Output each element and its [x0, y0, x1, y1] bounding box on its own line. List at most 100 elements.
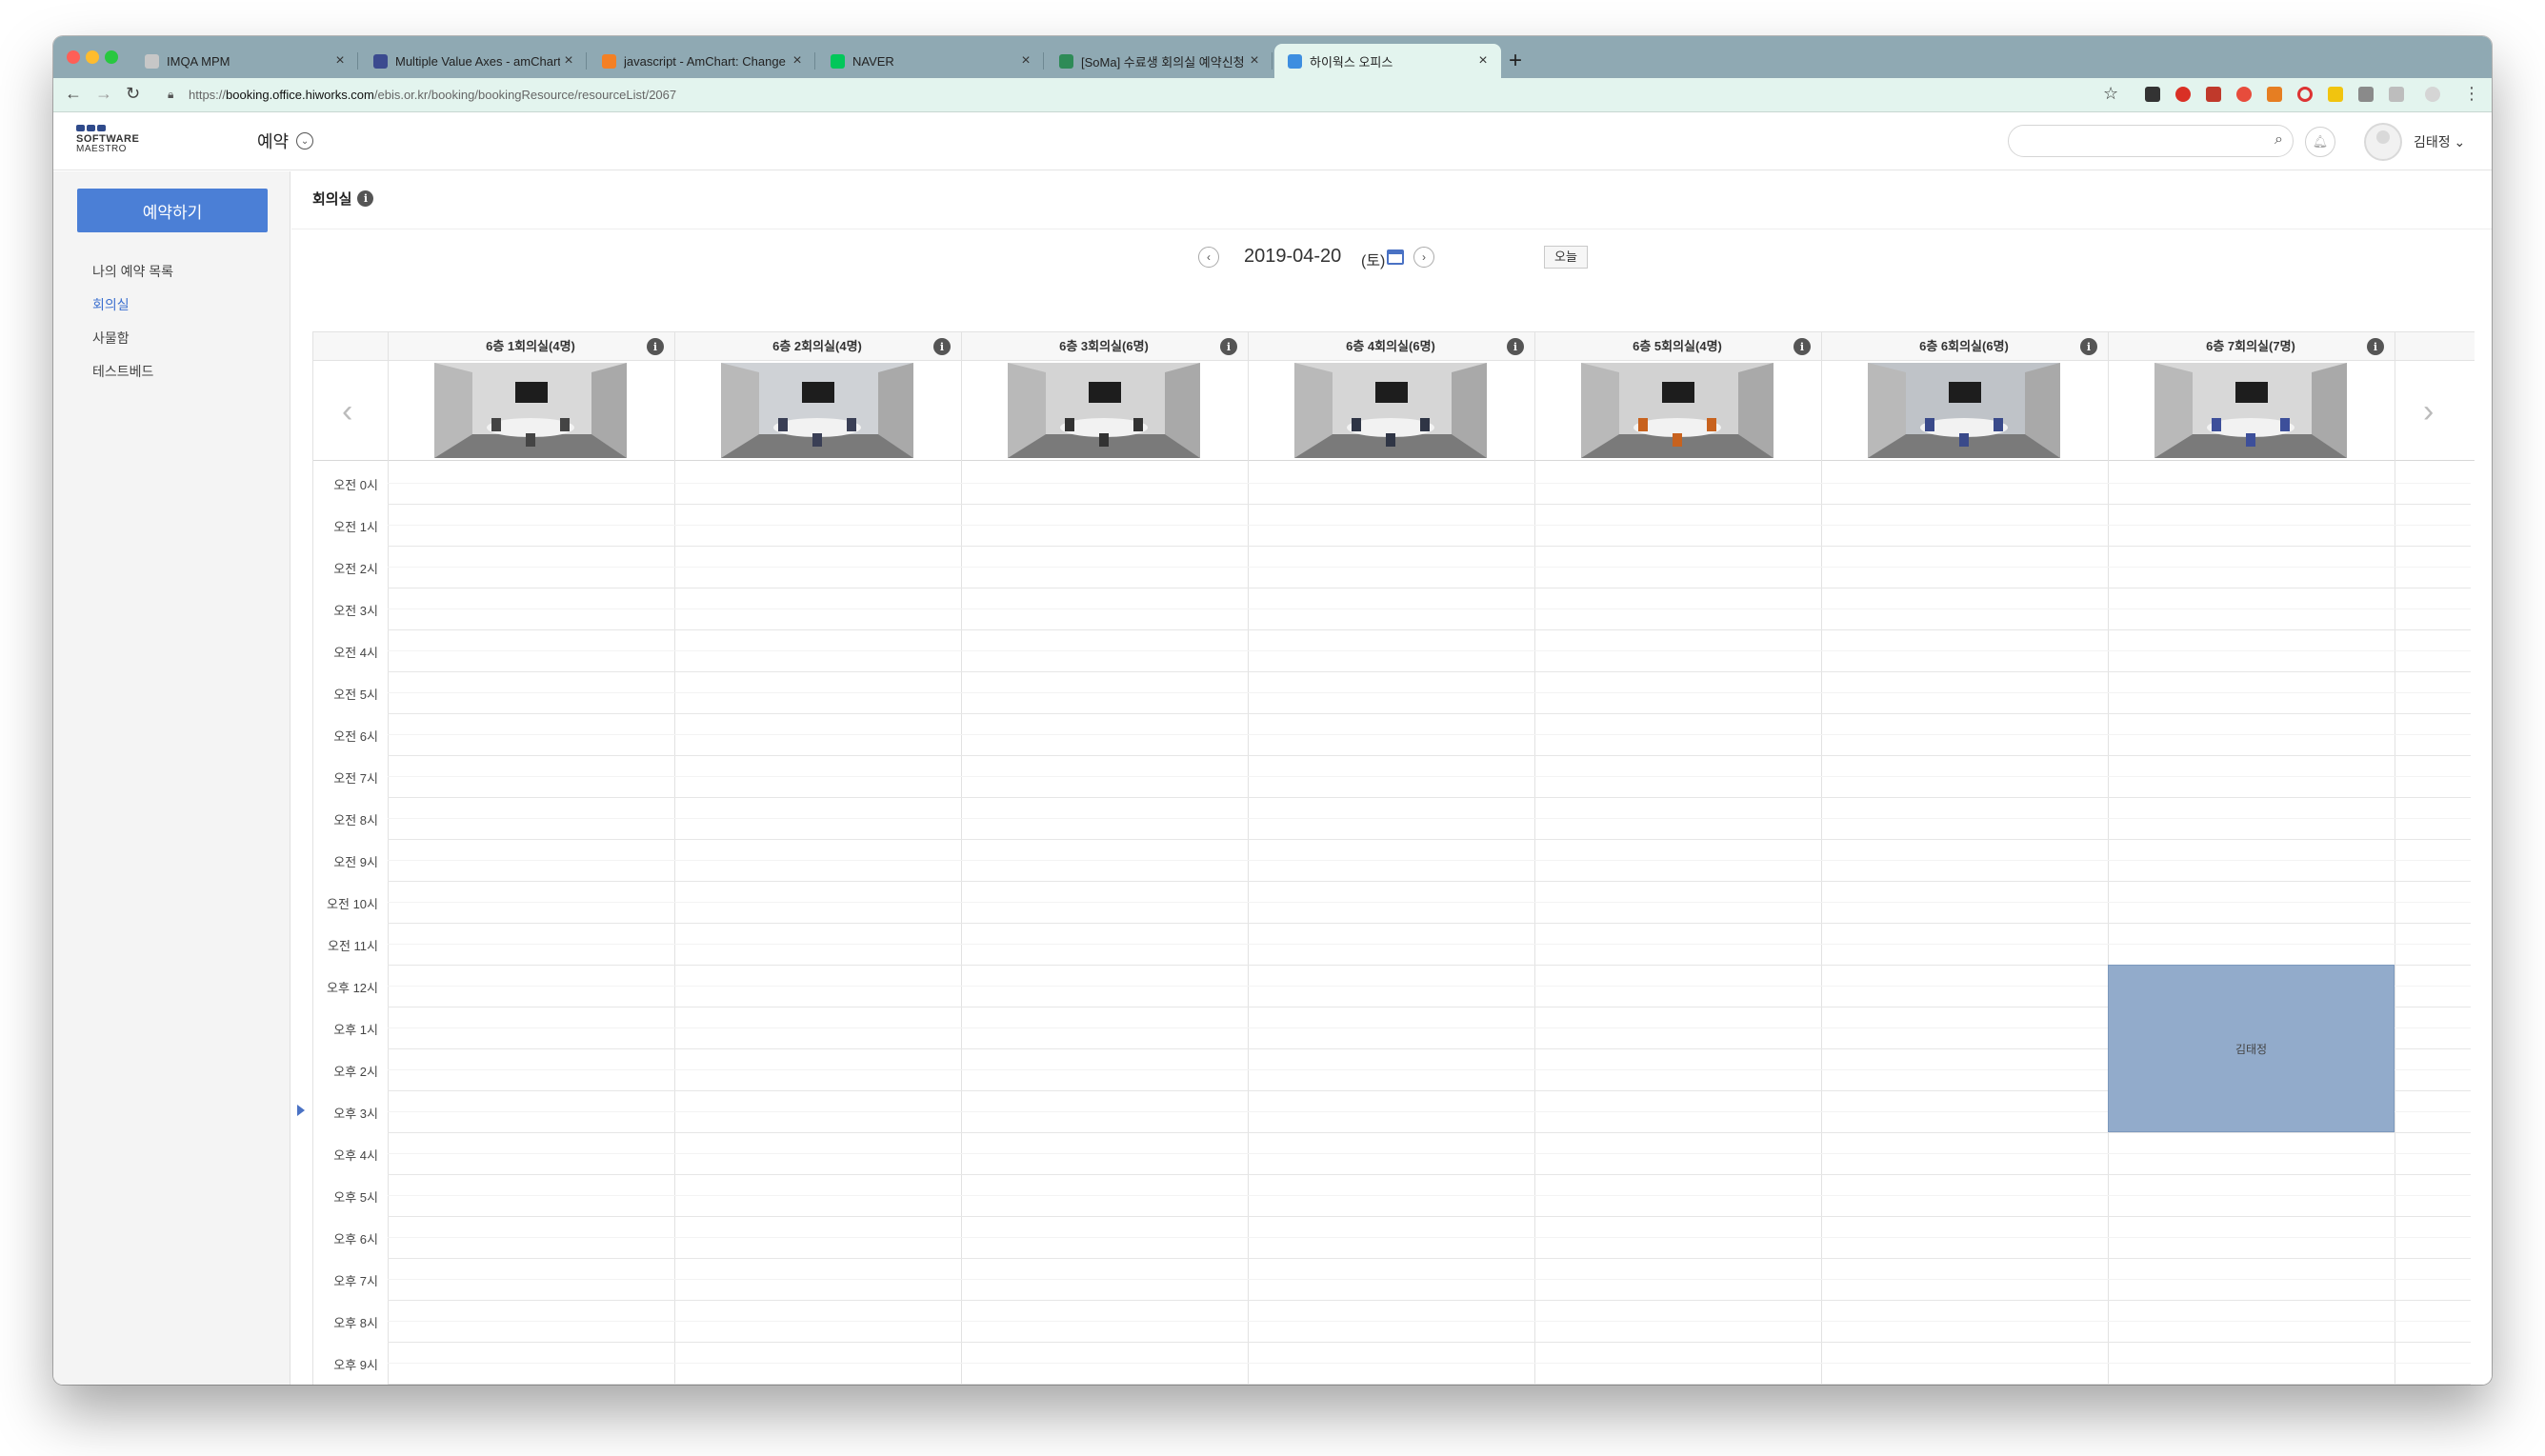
- next-day-button[interactable]: ›: [1413, 247, 1434, 268]
- booking-block[interactable]: 김태정: [2108, 965, 2395, 1132]
- hour-gridline: [388, 797, 2471, 798]
- notification-bell-icon[interactable]: 🔔︎: [2305, 127, 2335, 157]
- browser-tab[interactable]: 하이웍스 오피스 ×: [1274, 44, 1501, 78]
- room-name: 6층 7회의실(7명): [2206, 339, 2295, 353]
- hour-gridline: [388, 1174, 2471, 1175]
- current-time-marker: [297, 1105, 305, 1116]
- close-tab-icon[interactable]: ×: [1474, 52, 1492, 70]
- sidebar-item-testbed[interactable]: 테스트베드: [92, 362, 153, 381]
- bookmark-star-icon[interactable]: ☆: [2103, 84, 2118, 104]
- tab-title: javascript - AmChart: Change: [624, 53, 786, 69]
- browser-tab[interactable]: [SoMa] 수료생 회의실 예약신청 방 ×: [1046, 44, 1272, 78]
- room-info-icon[interactable]: i: [2367, 338, 2384, 355]
- rooms-next-arrow-icon[interactable]: ›: [2423, 393, 2434, 430]
- room-info-icon[interactable]: i: [1220, 338, 1237, 355]
- url-scheme: https://: [189, 88, 227, 102]
- extension-icon[interactable]: [2175, 87, 2191, 102]
- calendar-icon[interactable]: [1387, 249, 1404, 265]
- extension-icon[interactable]: [2206, 87, 2221, 102]
- time-label: 오전 1시: [333, 520, 378, 534]
- info-icon[interactable]: i: [357, 190, 374, 207]
- time-label: 오후 8시: [333, 1316, 378, 1330]
- room-info-icon[interactable]: i: [2080, 338, 2097, 355]
- rooms-prev-arrow-icon[interactable]: ‹: [342, 393, 352, 430]
- room-3-photo[interactable]: [1008, 363, 1200, 458]
- room-info-icon[interactable]: i: [647, 338, 664, 355]
- time-label: 오전 4시: [333, 646, 378, 660]
- half-hour-gridline: [388, 1195, 2471, 1196]
- extension-icon[interactable]: [2358, 87, 2374, 102]
- logo-line2: MAESTRO: [76, 144, 127, 154]
- column-divider: [1248, 332, 1249, 1385]
- half-hour-gridline: [388, 776, 2471, 777]
- browser-tab[interactable]: Multiple Value Axes - amCharts ×: [360, 44, 587, 78]
- room-1-photo[interactable]: [434, 363, 627, 458]
- block-extension-icon[interactable]: [2297, 87, 2313, 102]
- sidebar-item-lockers[interactable]: 사물함: [92, 329, 130, 348]
- address-toolbar: ← → ↻ 🔒︎ https://booking.office.hiworks.…: [53, 78, 2492, 112]
- make-reservation-button[interactable]: 예약하기: [77, 189, 268, 232]
- time-label: 오전 6시: [333, 729, 378, 744]
- half-hour-gridline: [388, 944, 2471, 945]
- new-tab-button[interactable]: +: [1509, 46, 1522, 76]
- reload-icon[interactable]: ↻: [126, 84, 140, 104]
- avatar[interactable]: [2364, 123, 2402, 161]
- extension-icon[interactable]: [2267, 87, 2282, 102]
- browser-tab[interactable]: NAVER ×: [817, 44, 1044, 78]
- date-navigator: ‹ 2019-04-20 (토) › 오늘: [291, 244, 2492, 270]
- extension-icon[interactable]: [2145, 87, 2160, 102]
- hour-gridline: [388, 504, 2471, 505]
- sidebar-item-my-reservations[interactable]: 나의 예약 목록: [92, 262, 173, 281]
- search-input[interactable]: ⌕: [2008, 125, 2294, 157]
- browser-window: IMQA MPM × Multiple Value Axes - amCharts ×…: [53, 36, 2492, 1385]
- browser-menu-icon[interactable]: ⋮: [2463, 84, 2480, 104]
- url-path: /ebis.or.kr/booking/bookingResource/reso…: [373, 88, 677, 102]
- browser-tab[interactable]: IMQA MPM ×: [131, 44, 358, 78]
- room-info-icon[interactable]: i: [933, 338, 951, 355]
- room-2-photo[interactable]: [721, 363, 913, 458]
- tab-title: NAVER: [852, 53, 894, 69]
- room-info-icon[interactable]: i: [1794, 338, 1811, 355]
- close-tab-icon[interactable]: ×: [1246, 52, 1263, 70]
- profile-icon[interactable]: [2425, 87, 2440, 102]
- back-arrow-icon[interactable]: ←: [65, 84, 82, 104]
- time-label: 오전 10시: [327, 897, 378, 911]
- close-tab-icon[interactable]: ×: [1017, 52, 1034, 70]
- amcharts-favicon: [373, 53, 388, 69]
- prev-day-button[interactable]: ‹: [1198, 247, 1219, 268]
- close-window-button[interactable]: [67, 50, 80, 64]
- room-info-icon[interactable]: i: [1507, 338, 1524, 355]
- extension-icon[interactable]: [2328, 87, 2343, 102]
- shield-favicon: [1059, 53, 1073, 69]
- reserve-menu-dropdown[interactable]: 예약 ⌄: [257, 129, 314, 153]
- hour-gridline: [388, 1132, 2471, 1133]
- username-label: 김태정: [2414, 134, 2451, 150]
- search-icon[interactable]: ⌕: [2274, 131, 2283, 149]
- room-photo-row: [313, 361, 2475, 461]
- today-button[interactable]: 오늘: [1544, 246, 1588, 269]
- close-tab-icon[interactable]: ×: [560, 52, 577, 70]
- room-name: 6층 4회의실(6명): [1346, 339, 1435, 353]
- browser-tab[interactable]: javascript - AmChart: Change ×: [589, 44, 815, 78]
- minimize-window-button[interactable]: [86, 50, 99, 64]
- room-7-photo[interactable]: [2154, 363, 2347, 458]
- close-tab-icon[interactable]: ×: [789, 52, 806, 70]
- forward-arrow-icon[interactable]: →: [95, 84, 112, 104]
- column-divider: [1534, 332, 1535, 1385]
- software-maestro-logo[interactable]: SOFTWARE MAESTRO: [76, 125, 139, 154]
- time-label: 오전 9시: [333, 855, 378, 869]
- current-date: 2019-04-20: [1244, 246, 1342, 267]
- room-6-photo[interactable]: [1868, 363, 2060, 458]
- maximize-window-button[interactable]: [105, 50, 118, 64]
- time-label: 오전 7시: [333, 771, 378, 786]
- half-hour-gridline: [388, 860, 2471, 861]
- extension-icon[interactable]: [2389, 87, 2404, 102]
- extension-icon[interactable]: [2236, 87, 2252, 102]
- url-field[interactable]: https://booking.office.hiworks.com/ebis.…: [189, 88, 676, 102]
- room-5-photo[interactable]: [1581, 363, 1773, 458]
- user-menu[interactable]: 김태정 ⌄: [2414, 132, 2465, 151]
- sidebar-item-meeting-rooms[interactable]: 회의실: [92, 295, 130, 314]
- close-tab-icon[interactable]: ×: [331, 52, 349, 70]
- half-hour-gridline: [388, 1363, 2471, 1364]
- room-4-photo[interactable]: [1294, 363, 1487, 458]
